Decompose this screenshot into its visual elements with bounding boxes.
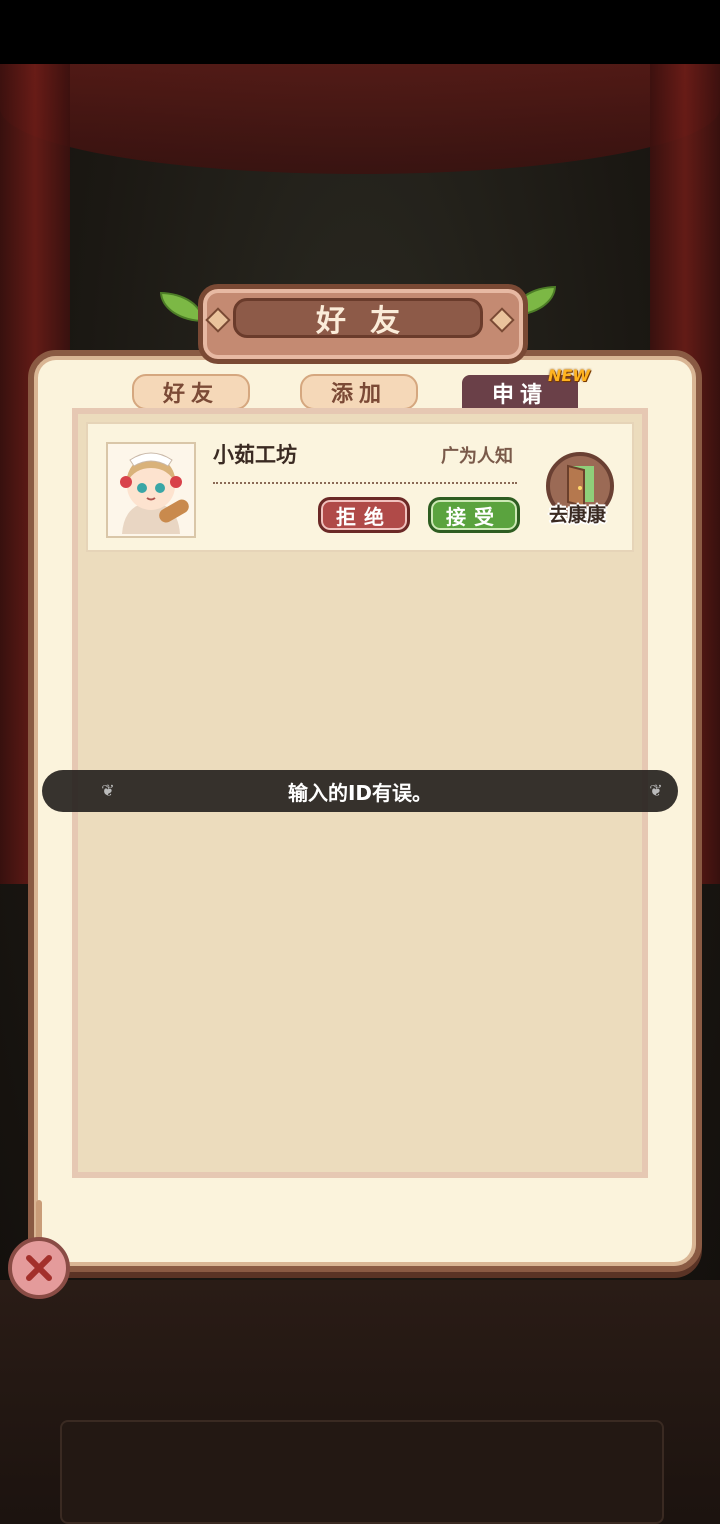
new-badge: NEW xyxy=(548,366,590,385)
diamond-decoration xyxy=(205,307,231,333)
error-toast: ❦ 输入的ID有误。 ❦ xyxy=(42,770,678,812)
tab-friends[interactable]: 好友 xyxy=(132,374,250,410)
accept-button[interactable]: 接受 xyxy=(428,497,520,533)
close-button[interactable] xyxy=(8,1237,70,1299)
tab-add[interactable]: 添加 xyxy=(300,374,418,410)
toast-message: 输入的ID有误。 xyxy=(287,780,433,805)
friend-name: 小茹工坊 xyxy=(213,443,297,467)
close-icon xyxy=(26,1255,52,1281)
friend-rank: 广为人知 xyxy=(441,446,513,467)
wheat-icon: ❦ xyxy=(649,781,663,800)
title-plaque: 好友 xyxy=(198,284,528,364)
wheat-icon: ❦ xyxy=(101,781,115,800)
avatar[interactable] xyxy=(106,442,196,538)
reject-button[interactable]: 拒绝 xyxy=(318,497,410,533)
divider xyxy=(213,482,517,484)
page-title: 好友 xyxy=(233,298,483,339)
close-rope xyxy=(36,1200,42,1240)
diamond-decoration xyxy=(489,307,515,333)
status-bar xyxy=(0,0,720,64)
visit-label[interactable]: 去康康 xyxy=(549,500,606,527)
floor-panel xyxy=(60,1420,664,1524)
maid-avatar-icon xyxy=(108,444,194,536)
